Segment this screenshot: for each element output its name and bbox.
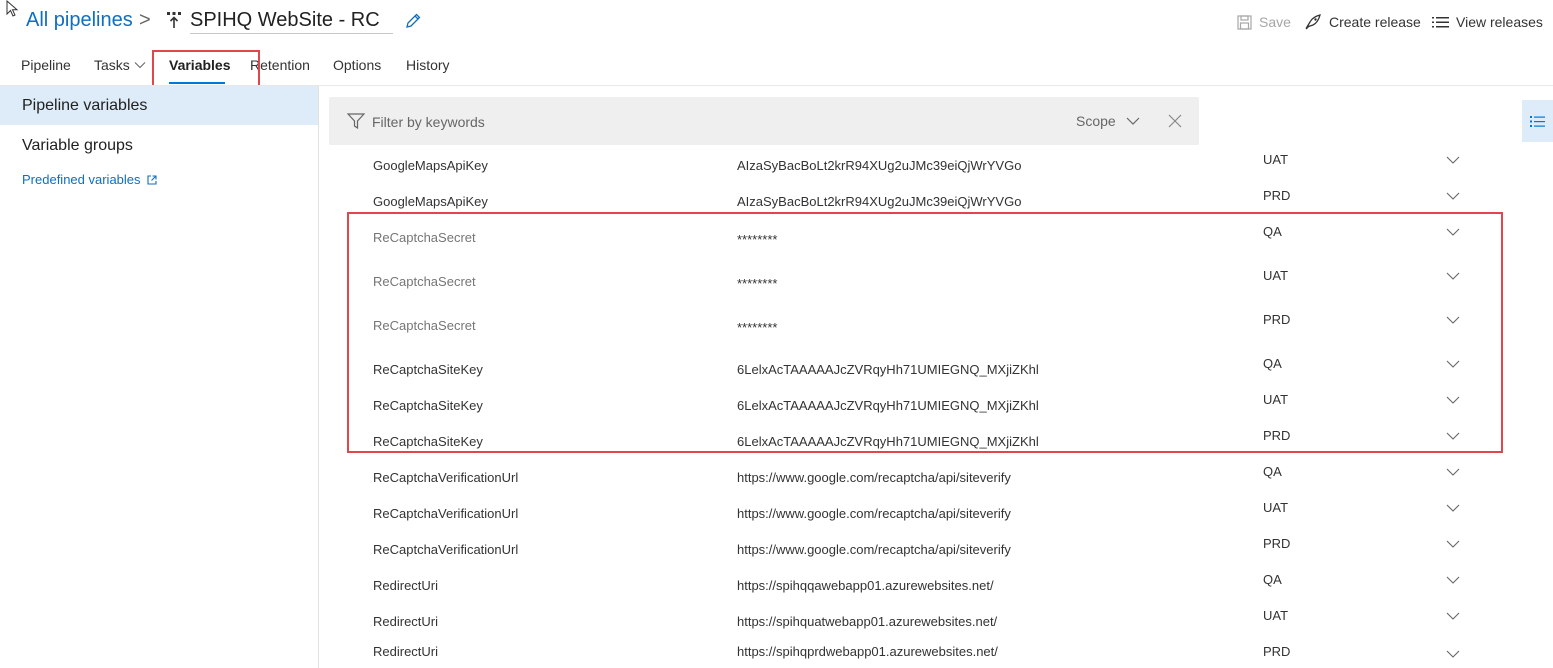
variable-row[interactable]: GoogleMapsApiKey AIzaSyBacBoLt2krR94XUg2… <box>330 152 1500 182</box>
chevron-down-icon[interactable] <box>1446 468 1460 476</box>
variable-value[interactable]: https://www.google.com/recaptcha/api/sit… <box>737 506 1011 521</box>
variable-scope[interactable]: PRD <box>1263 536 1290 551</box>
variable-value[interactable]: https://www.google.com/recaptcha/api/sit… <box>737 470 1011 485</box>
release-pipeline-icon <box>167 12 181 28</box>
save-label: Save <box>1259 14 1291 30</box>
scope-dropdown[interactable]: Scope <box>1076 113 1140 129</box>
list-icon <box>1432 16 1449 27</box>
external-link-icon <box>146 174 157 185</box>
variable-name[interactable]: RedirectUri <box>373 614 438 629</box>
filter-input[interactable]: Filter by keywords <box>372 114 485 130</box>
variable-row[interactable]: RedirectUri https://spihqprdwebapp01.azu… <box>330 638 1500 668</box>
variable-value[interactable]: https://spihquatwebapp01.azurewebsites.n… <box>737 614 997 629</box>
pipeline-name: SPIHQ WebSite - RC <box>190 9 380 31</box>
save-button[interactable]: Save <box>1237 13 1291 31</box>
chevron-down-icon <box>134 62 146 69</box>
variable-scope[interactable]: UAT <box>1263 608 1288 623</box>
save-icon <box>1237 14 1252 30</box>
chevron-down-icon <box>1126 117 1140 125</box>
create-release-label: Create release <box>1329 14 1421 30</box>
variable-scope[interactable]: UAT <box>1263 152 1288 167</box>
variable-scope[interactable]: PRD <box>1263 644 1290 659</box>
filter-bar[interactable]: Filter by keywords Scope <box>329 97 1199 145</box>
nav-pipeline-variables[interactable]: Pipeline variables <box>22 97 147 115</box>
chevron-down-icon[interactable] <box>1446 156 1460 164</box>
variable-scope[interactable]: PRD <box>1263 188 1290 203</box>
pencil-icon[interactable] <box>404 12 422 30</box>
tab-pipeline[interactable]: Pipeline <box>21 57 71 73</box>
list-view-icon <box>1530 115 1545 127</box>
variable-row[interactable]: RedirectUri https://spihqqawebapp01.azur… <box>330 572 1500 602</box>
variable-name[interactable]: RedirectUri <box>373 644 438 659</box>
variable-name[interactable]: ReCaptchaVerificationUrl <box>373 506 518 521</box>
rows-highlight-box <box>347 212 1503 453</box>
variable-row[interactable]: ReCaptchaVerificationUrl https://www.goo… <box>330 500 1500 530</box>
variable-value[interactable]: https://spihqqawebapp01.azurewebsites.ne… <box>737 578 994 593</box>
chevron-down-icon[interactable] <box>1446 650 1460 658</box>
predefined-variables-label: Predefined variables <box>22 172 141 187</box>
variable-value[interactable]: AIzaSyBacBoLt2krR94XUg2uJMc39eiQjWrYVGo <box>737 194 1021 209</box>
predefined-variables-link[interactable]: Predefined variables <box>22 172 157 187</box>
variable-name[interactable]: GoogleMapsApiKey <box>373 194 488 209</box>
view-releases-label: View releases <box>1456 14 1543 30</box>
breadcrumb-all-pipelines[interactable]: All pipelines <box>26 9 133 32</box>
tab-history[interactable]: History <box>406 57 450 73</box>
filter-icon <box>347 113 365 129</box>
nav-variable-groups[interactable]: Variable groups <box>22 137 133 155</box>
tab-tasks[interactable]: Tasks <box>94 57 146 73</box>
chevron-down-icon[interactable] <box>1446 540 1460 548</box>
variable-scope[interactable]: UAT <box>1263 500 1288 515</box>
view-releases-button[interactable]: View releases <box>1432 13 1543 31</box>
list-view-button[interactable] <box>1522 100 1553 142</box>
rocket-icon <box>1305 14 1321 30</box>
tab-highlight-box <box>152 50 260 89</box>
variable-scope[interactable]: QA <box>1263 464 1282 479</box>
chevron-down-icon[interactable] <box>1446 504 1460 512</box>
variable-row[interactable]: ReCaptchaVerificationUrl https://www.goo… <box>330 464 1500 494</box>
variable-name[interactable]: ReCaptchaVerificationUrl <box>373 542 518 557</box>
chevron-down-icon[interactable] <box>1446 612 1460 620</box>
variable-name[interactable]: ReCaptchaVerificationUrl <box>373 470 518 485</box>
chevron-down-icon[interactable] <box>1446 576 1460 584</box>
variable-name[interactable]: RedirectUri <box>373 578 438 593</box>
variable-row[interactable]: RedirectUri https://spihquatwebapp01.azu… <box>330 608 1500 638</box>
tab-tasks-label: Tasks <box>94 57 130 73</box>
close-icon[interactable] <box>1168 114 1182 128</box>
create-release-button[interactable]: Create release <box>1304 13 1421 31</box>
scope-label: Scope <box>1076 113 1116 129</box>
mouse-cursor-icon <box>6 0 19 17</box>
variable-name[interactable]: GoogleMapsApiKey <box>373 158 488 173</box>
variable-value[interactable]: https://www.google.com/recaptcha/api/sit… <box>737 542 1011 557</box>
nav-divider <box>318 86 319 668</box>
variable-scope[interactable]: QA <box>1263 572 1282 587</box>
chevron-down-icon[interactable] <box>1446 192 1460 200</box>
variable-row[interactable]: ReCaptchaVerificationUrl https://www.goo… <box>330 536 1500 566</box>
variable-value[interactable]: AIzaSyBacBoLt2krR94XUg2uJMc39eiQjWrYVGo <box>737 158 1021 173</box>
variable-value[interactable]: https://spihqprdwebapp01.azurewebsites.n… <box>737 644 998 659</box>
tab-options[interactable]: Options <box>333 57 381 73</box>
pipeline-name-field[interactable]: SPIHQ WebSite - RC <box>190 6 393 34</box>
breadcrumb-separator: > <box>139 9 151 31</box>
